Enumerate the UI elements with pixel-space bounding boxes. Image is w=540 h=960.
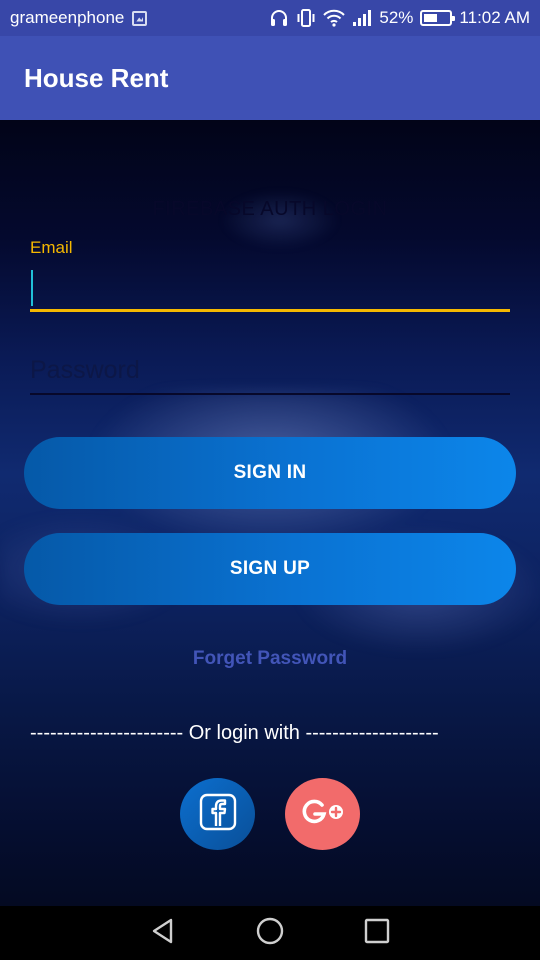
email-field[interactable] [30, 262, 510, 312]
home-button[interactable] [250, 913, 290, 953]
status-left: grameenphone [10, 8, 148, 28]
email-label: Email [30, 238, 73, 257]
password-placeholder: Password [30, 356, 140, 384]
battery-level [424, 14, 437, 22]
battery-icon [420, 10, 456, 26]
app-title: House Rent [24, 62, 169, 93]
facebook-icon [199, 793, 237, 836]
facebook-login-button[interactable] [180, 778, 255, 850]
or-login-with-divider: ----------------------- Or login with --… [30, 722, 439, 744]
login-screen: FIREBASE AUTH LOGIN Email Password SIGN … [0, 120, 540, 906]
carrier-name: grameenphone [10, 8, 125, 27]
headphones-icon [269, 8, 289, 28]
signal-icon [352, 9, 372, 27]
google-plus-icon [300, 797, 346, 832]
image-icon [132, 10, 148, 26]
clock: 11:02 AM [459, 8, 530, 27]
sign-in-button[interactable]: SIGN IN [24, 437, 516, 509]
status-right: 52% 11:02 AM [269, 8, 530, 28]
sign-up-button[interactable]: SIGN UP [24, 533, 516, 605]
navigation-bar [0, 906, 540, 960]
wifi-icon [323, 9, 346, 27]
password-field[interactable]: Password [30, 348, 510, 395]
text-cursor [31, 270, 33, 306]
forget-password-link[interactable]: Forget Password [0, 648, 540, 670]
status-bar: grameenphone 52% 11:02 AM [0, 0, 540, 36]
sign-up-label: SIGN UP [229, 558, 311, 579]
google-plus-login-button[interactable] [285, 778, 360, 850]
app-bar: House Rent [0, 36, 540, 120]
home-icon [255, 916, 285, 951]
recents-button[interactable] [357, 913, 397, 953]
back-button[interactable] [143, 913, 183, 953]
sign-in-label: SIGN IN [233, 462, 307, 483]
form-title: FIREBASE AUTH LOGIN [152, 198, 388, 220]
battery-percent: 52% [379, 8, 414, 27]
vibrate-icon [296, 8, 316, 28]
recents-icon [364, 918, 390, 949]
back-icon [149, 917, 177, 950]
